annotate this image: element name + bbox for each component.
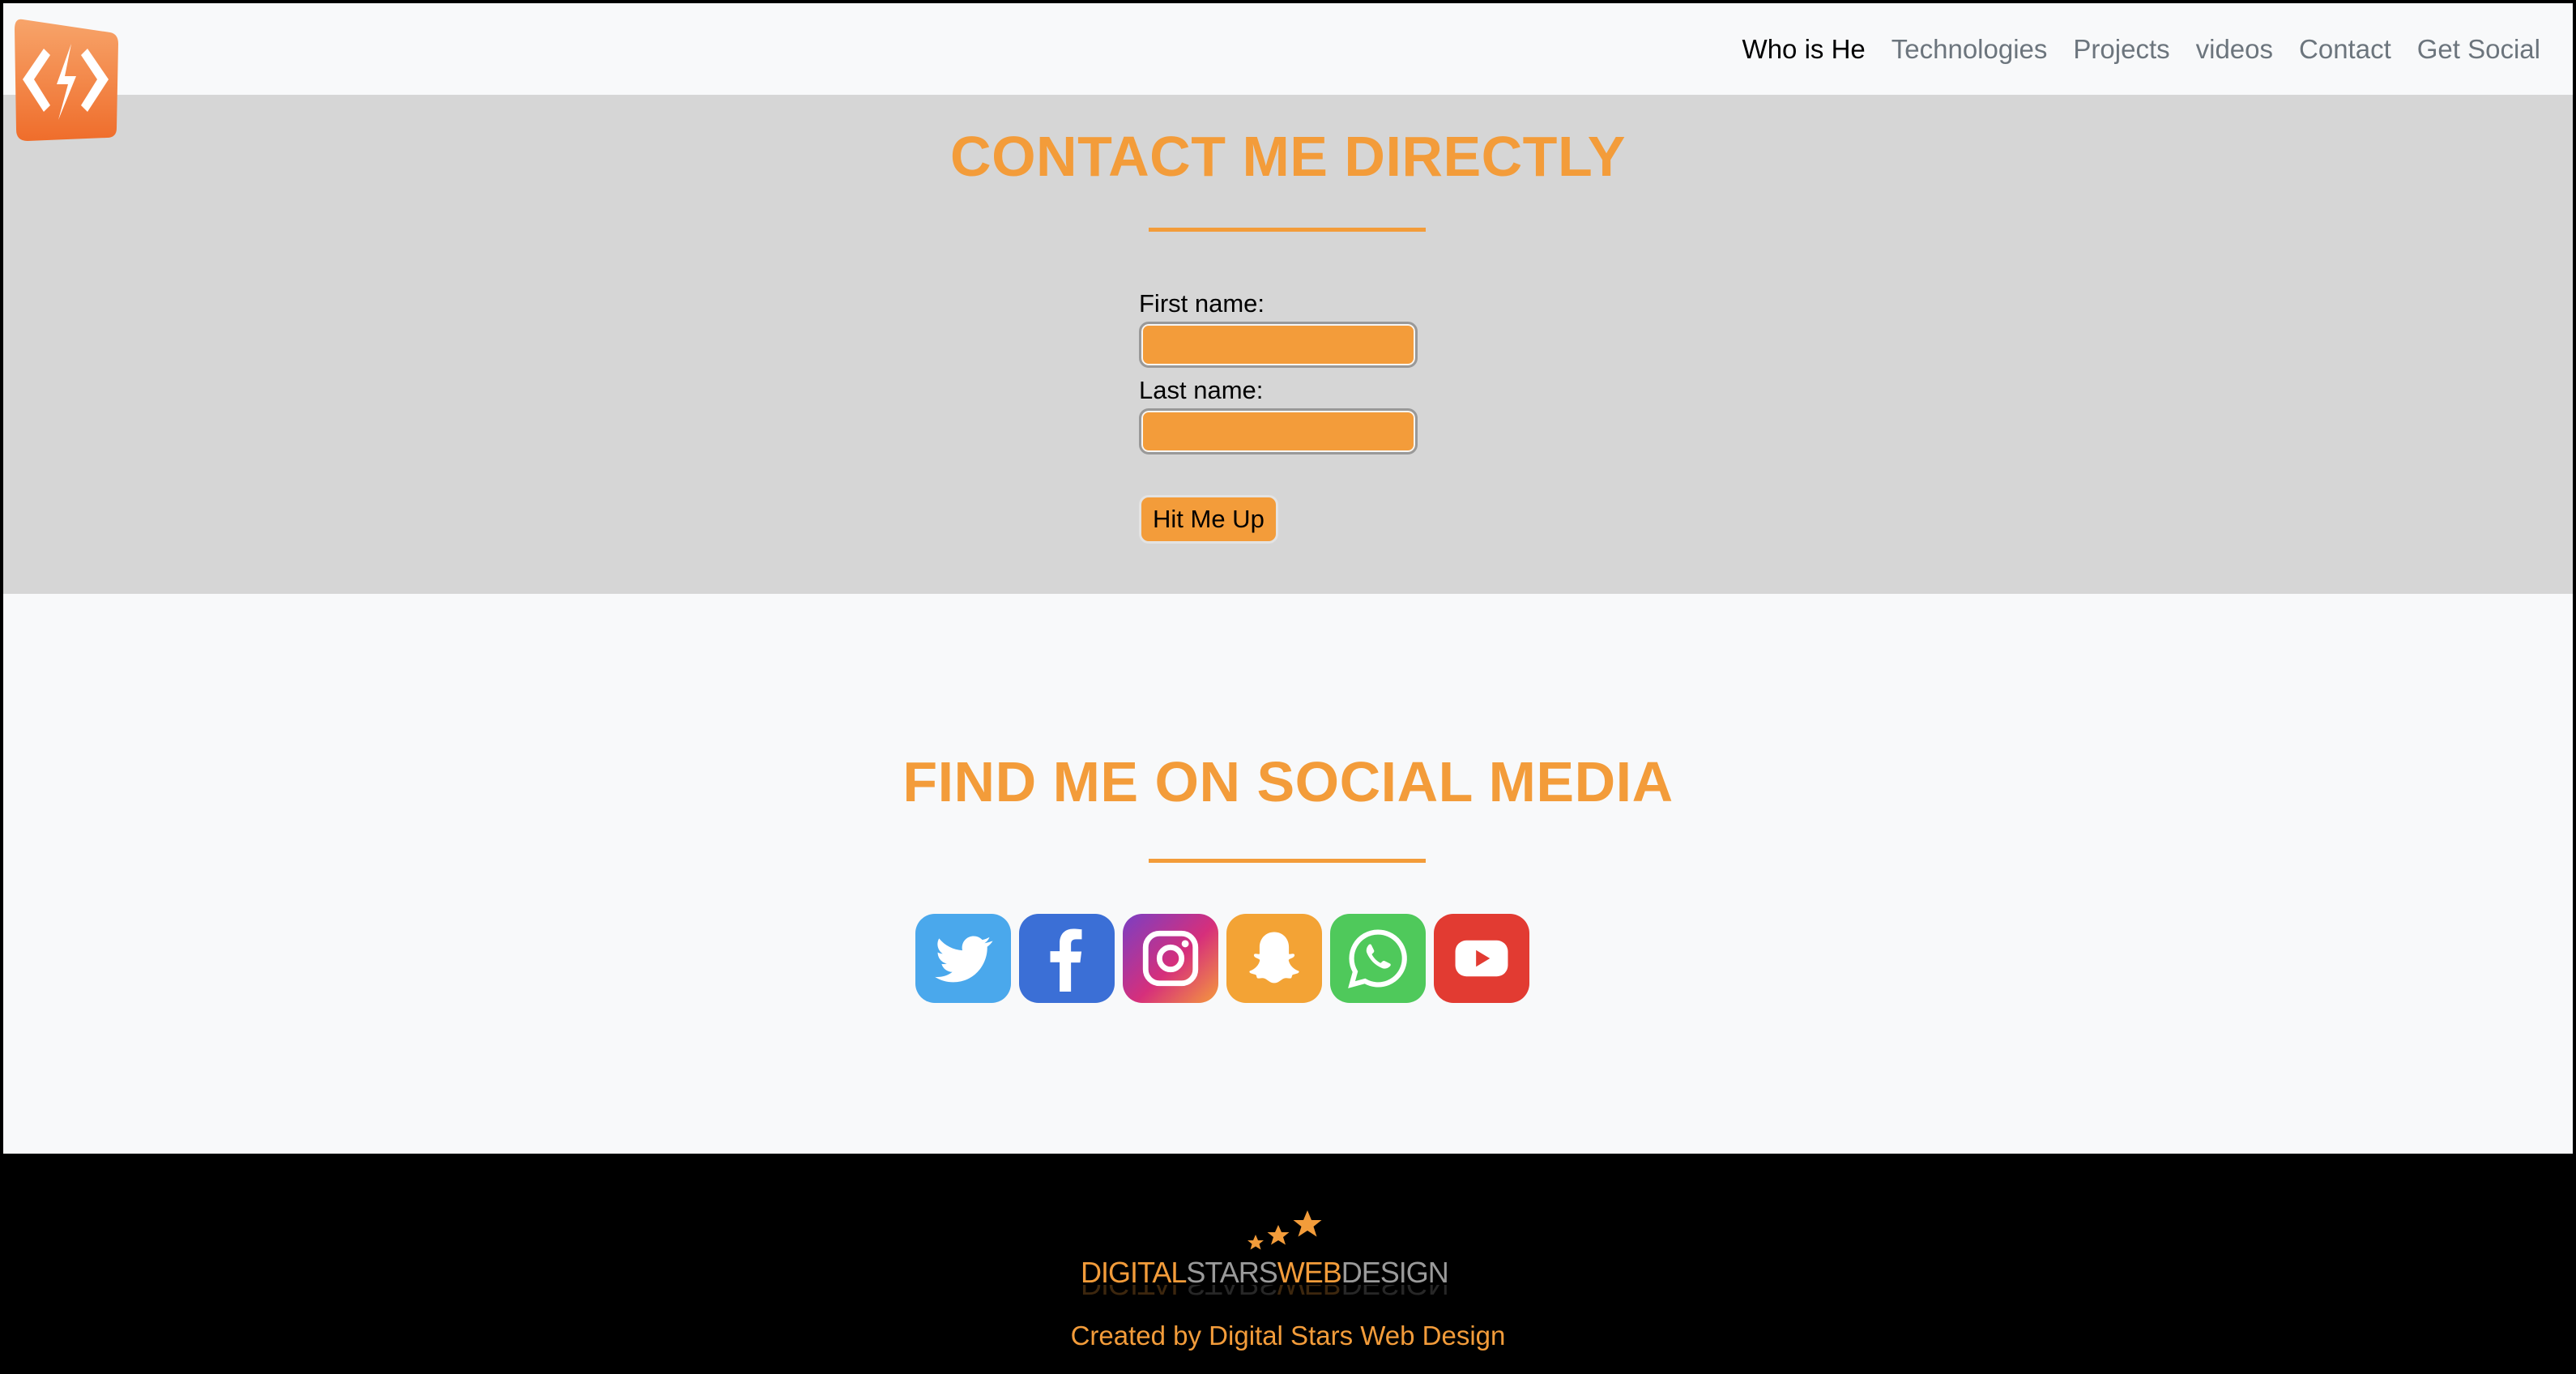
contact-form: First name: Last name: Hit Me Up: [1139, 289, 1431, 544]
instagram-icon[interactable]: [1123, 914, 1218, 1003]
social-icons: [915, 914, 1529, 1003]
nav-link-technologies[interactable]: Technologies: [1891, 34, 2048, 65]
nav-link-videos[interactable]: videos: [2196, 34, 2273, 65]
brand-part-design: DESIGN: [1341, 1256, 1449, 1289]
nav-link-contact[interactable]: Contact: [2299, 34, 2391, 65]
nav-link-projects[interactable]: Projects: [2073, 34, 2169, 65]
contact-title: CONTACT ME DIRECTLY: [950, 125, 1626, 188]
contact-divider: [1149, 228, 1426, 232]
nav-links: Who is He Technologies Projects videos C…: [1742, 34, 2540, 65]
nav-link-who-is-he[interactable]: Who is He: [1742, 34, 1866, 65]
social-divider: [1149, 859, 1426, 863]
footer: DIGITALSTARSWEBDESIGN DIGITALSTARSWEBDES…: [3, 1154, 2573, 1374]
page: Who is He Technologies Projects videos C…: [0, 0, 2576, 1374]
brand-part-web: WEB: [1277, 1256, 1342, 1289]
stars-icon: [1247, 1210, 1322, 1250]
footer-credit: Created by Digital Stars Web Design: [1070, 1321, 1506, 1351]
digital-stars-logo: DIGITALSTARSWEBDESIGN DIGITALSTARSWEBDES…: [1081, 1209, 1449, 1301]
youtube-icon[interactable]: [1434, 914, 1529, 1003]
twitter-icon[interactable]: [915, 914, 1011, 1003]
last-name-input[interactable]: [1139, 408, 1418, 454]
hit-me-up-button[interactable]: Hit Me Up: [1139, 495, 1278, 544]
code-brackets-icon[interactable]: [11, 16, 120, 144]
brand-part-digital: DIGITAL: [1081, 1256, 1187, 1289]
contact-section: CONTACT ME DIRECTLY First name: Last nam…: [3, 95, 2573, 594]
brand-part-stars: STARS: [1186, 1256, 1277, 1289]
whatsapp-icon[interactable]: [1330, 914, 1426, 1003]
first-name-input[interactable]: [1139, 322, 1418, 368]
navbar: Who is He Technologies Projects videos C…: [3, 3, 2573, 95]
last-name-label: Last name:: [1139, 376, 1264, 404]
first-name-label: First name:: [1139, 289, 1265, 318]
brand-reflection: DIGITALSTARSWEBDESIGN: [1081, 1285, 1448, 1301]
snapchat-icon[interactable]: [1226, 914, 1322, 1003]
nav-link-get-social[interactable]: Get Social: [2417, 34, 2540, 65]
social-section: FIND ME ON SOCIAL MEDIA: [3, 594, 2573, 1154]
social-title: FIND ME ON SOCIAL MEDIA: [902, 750, 1674, 813]
facebook-icon[interactable]: [1019, 914, 1115, 1003]
